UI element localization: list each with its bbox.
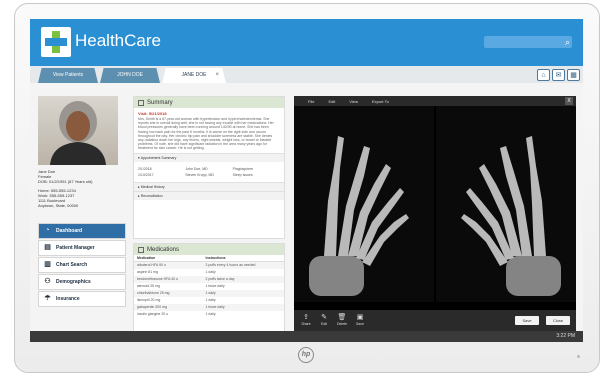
table-row[interactable]: lisinopril 20 mg 1 daily (134, 297, 284, 304)
sidebar-item-label: Chart Search (56, 262, 88, 268)
medications-title: Medications (147, 246, 180, 253)
patient-manager-icon: ▤ (44, 244, 51, 251)
viewer-menu-bar: File Edit View Export To (294, 96, 576, 106)
demographics-icon: ⚇ (44, 278, 51, 285)
delete-button[interactable]: 🗑 Delete (334, 313, 350, 326)
home-icon[interactable]: ⌂ (537, 69, 550, 81)
section-medical-history[interactable]: ▸ Medical History (134, 182, 284, 191)
clock: 3:22 PM (556, 333, 575, 339)
table-row[interactable]: aspirin 81 mg 1 daily (134, 269, 284, 276)
tool-label: Save (356, 322, 364, 326)
medications-table: Medication Instructions albuterol HFA 90 … (134, 255, 284, 318)
sidebar-item-chart-search[interactable]: ▥ Chart Search (38, 257, 126, 273)
section-appointment-summary[interactable]: ▾ Appointment Summary (134, 153, 284, 162)
tab-view-patients[interactable]: View Patients (38, 68, 98, 83)
close-button[interactable]: Close (546, 316, 570, 325)
status-bar: 3:22 PM (30, 331, 583, 342)
search-input[interactable]: ⌕ (484, 36, 572, 48)
app-screen: HealthCare ⌕ View Patients JOHN DOE JANE… (30, 19, 583, 342)
sidebar-item-label: Demographics (56, 279, 91, 285)
search-icon[interactable]: ⌕ (565, 36, 570, 48)
power-indicator (577, 355, 580, 358)
hp-logo: hp (298, 347, 314, 363)
tab-jane-doe[interactable]: JANE DOE × (162, 68, 226, 83)
appointment-reason: Sleep Issues (232, 173, 253, 177)
sidebar-item-patient-manager[interactable]: ▤ Patient Manager (38, 240, 126, 256)
top-bar: HealthCare ⌕ (30, 19, 583, 66)
appointment-date: 1/10/2017 (138, 173, 154, 177)
table-row[interactable]: atenolol 25 mg 1 twice daily (134, 283, 284, 290)
tab-john-doe[interactable]: JOHN DOE (100, 68, 160, 83)
summary-header: Summary (134, 97, 284, 108)
sidebar-item-label: Patient Manager (56, 245, 95, 251)
medications-icon (138, 246, 144, 253)
sidebar-item-demographics[interactable]: ⚇ Demographics (38, 274, 126, 290)
save-button[interactable]: Save (515, 316, 539, 325)
chart-search-icon: ▥ (44, 261, 51, 268)
appointment-reason: Plagiosphere (232, 167, 254, 171)
save-icon: ▣ (356, 314, 364, 321)
tool-label: Edit (320, 322, 328, 326)
section-label: Reconciliation (140, 194, 163, 198)
section-reconciliation[interactable]: ▸ Reconciliation (134, 191, 284, 200)
visit-note: Mrs. Smith is a 67-year-old woman with h… (138, 117, 274, 151)
sidebar-nav: ◔ Dashboard ▤ Patient Manager ▥ Chart Searc… (38, 223, 126, 308)
edit-button[interactable]: ✎ Edit (316, 313, 332, 326)
table-row[interactable]: beclomethasone HFA 40 u2 puffs twice a d… (134, 275, 284, 283)
share-button[interactable]: ⇪ Share (298, 313, 314, 326)
appointment-doctor: Steven Kropp, MD (185, 173, 214, 177)
menu-export-to[interactable]: Export To (372, 99, 389, 104)
tab-label: JANE DOE (181, 72, 207, 78)
section-label: Medical History (140, 185, 165, 189)
xray-image-right[interactable] (436, 106, 576, 302)
table-row[interactable]: chlorthalidone 25 mg 1 daily (134, 289, 284, 297)
patient-address-line2: Anytown, State, 00000 (38, 203, 79, 208)
viewer-toolbar: ⇪ Share ✎ Edit 🗑 Delete ▣ Save Save Close (294, 310, 576, 332)
viewer-close-button[interactable]: X (565, 97, 573, 105)
table-row[interactable]: insulin glargine 20 u1 daily (134, 311, 284, 318)
appointment-date: 2/1/2018 (138, 167, 152, 171)
patient-photo (38, 96, 118, 165)
image-viewer: File Edit View Export To X ⇪ Share ✎ Edi… (294, 96, 576, 332)
tab-strip: View Patients JOHN DOE JANE DOE × ⌂ ✉ ▦ (30, 66, 583, 83)
tab-label: View Patients (52, 72, 84, 78)
xray-image-left[interactable] (294, 106, 434, 302)
patient-panel: Jane Doe Female DOB: 01/2/1951 (67 Years… (38, 96, 126, 332)
sidebar-item-label: Insurance (56, 296, 80, 302)
edit-icon: ✎ (321, 314, 327, 321)
visit-date: Visit: 5/21/2018 (138, 111, 167, 116)
table-row[interactable]: gabapentin 300 mg 1 twice daily (134, 303, 284, 311)
medications-header: Medications (134, 244, 284, 255)
sidebar-item-insurance[interactable]: ☂ Insurance (38, 291, 126, 307)
sidebar-item-dashboard[interactable]: ◔ Dashboard (38, 223, 126, 239)
section-label: Appointment Summary (140, 156, 177, 160)
appointment-doctor: John Doe, MD (185, 167, 208, 171)
medications-card: Medications Medication Instructions albut… (133, 243, 285, 332)
summary-icon (138, 99, 144, 106)
menu-file[interactable]: File (308, 99, 314, 104)
tool-label: Delete (336, 322, 348, 326)
insurance-icon: ☂ (44, 295, 51, 302)
close-tab-icon[interactable]: × (215, 68, 219, 83)
tool-label: Share (301, 322, 311, 326)
menu-edit[interactable]: Edit (328, 99, 335, 104)
delete-icon: 🗑 (337, 314, 347, 321)
save-tool-button[interactable]: ▣ Save (352, 313, 368, 326)
tab-label: JOHN DOE (117, 72, 143, 78)
patient-info: Jane Doe Female DOB: 01/2/1951 (67 Years… (38, 169, 126, 208)
summary-title: Summary (147, 99, 173, 106)
brand-name: HealthCare (75, 31, 161, 50)
healthcare-logo-icon (41, 27, 71, 57)
share-icon: ⇪ (303, 314, 309, 321)
dashboard-icon: ◔ (45, 227, 50, 234)
summary-card: Summary Visit: 5/21/2018 Mrs. Smith is a… (133, 96, 285, 239)
sidebar-item-label: Dashboard (56, 228, 83, 234)
calendar-icon[interactable]: ▦ (567, 69, 580, 81)
menu-view[interactable]: View (349, 99, 358, 104)
middle-panel: Summary Visit: 5/21/2018 Mrs. Smith is a… (133, 96, 285, 332)
mail-icon[interactable]: ✉ (552, 69, 565, 81)
table-row[interactable]: albuterol HFA 90 u2 puffs every 4 hours … (134, 261, 284, 269)
